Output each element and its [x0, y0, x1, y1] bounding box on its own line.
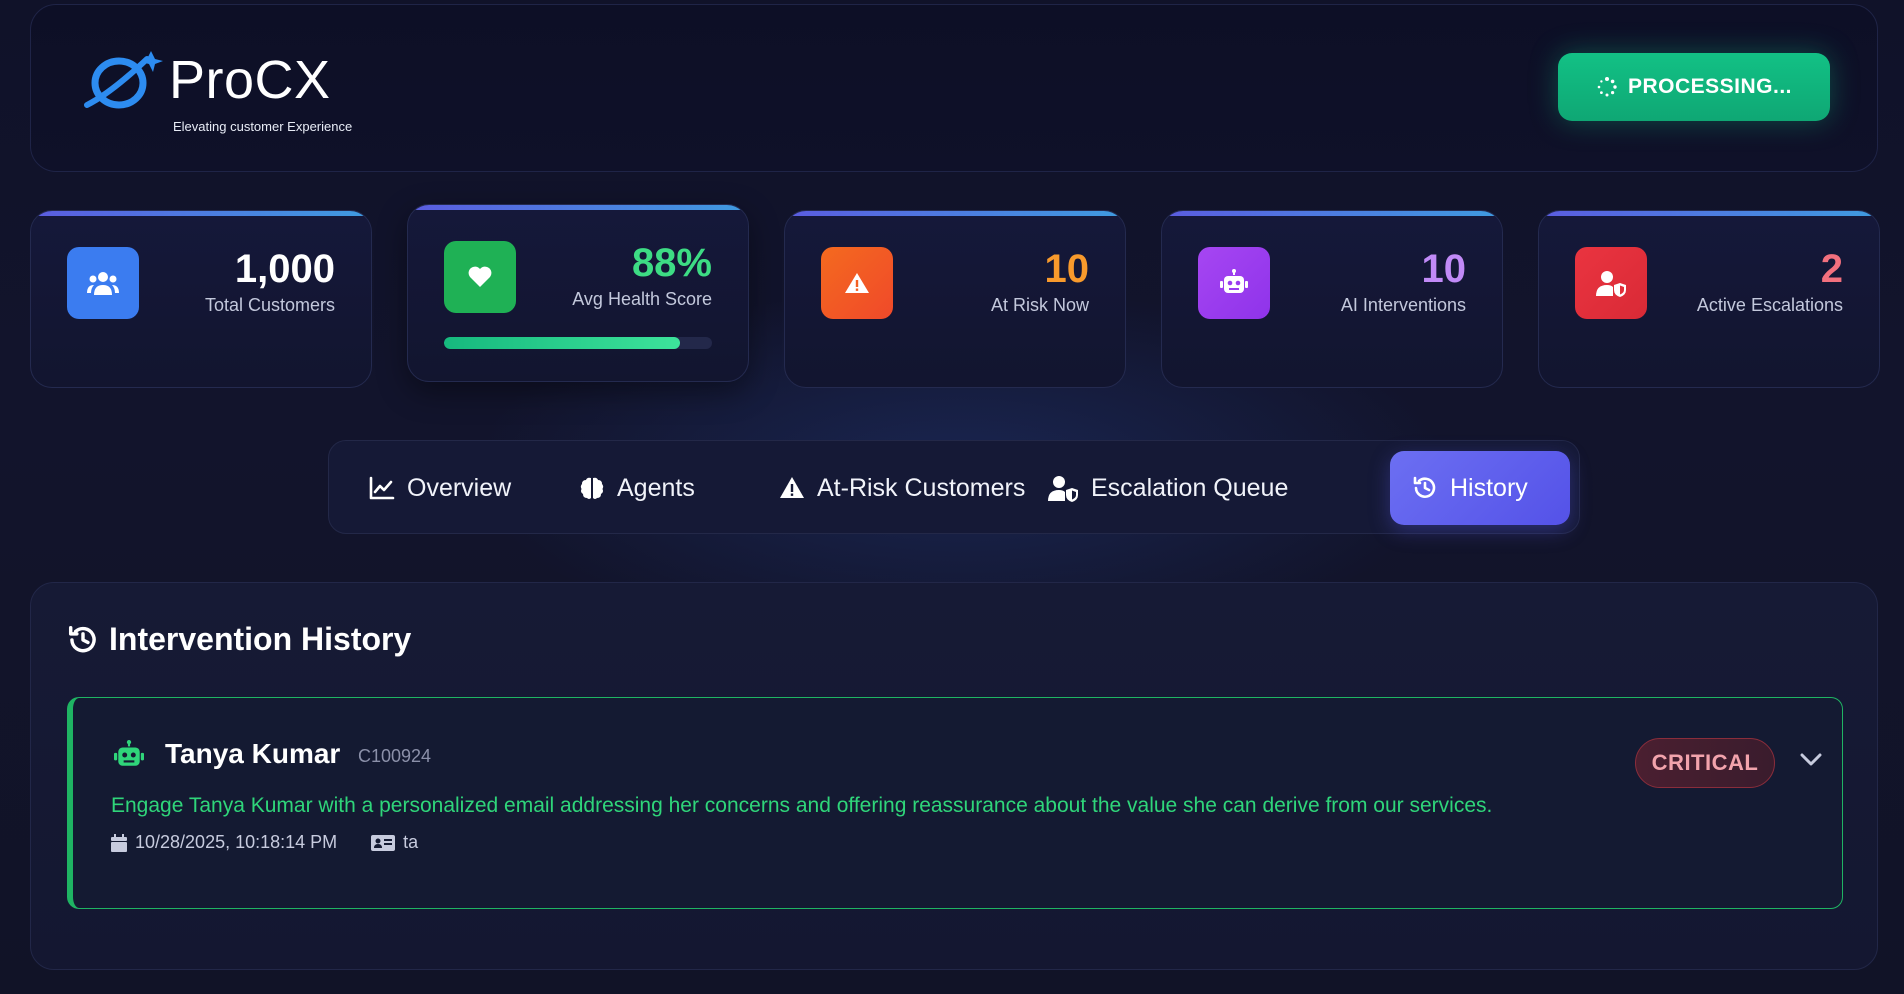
robot-icon: [114, 740, 144, 766]
stat-label: AI Interventions: [1340, 295, 1466, 315]
stat-card-total-customers: 1,000 Total Customers: [30, 210, 372, 388]
panel-title: Intervention History: [67, 621, 411, 658]
processing-button[interactable]: PROCESSING...: [1558, 53, 1830, 121]
tab-label: Agents: [617, 473, 695, 502]
tab-label: Escalation Queue: [1091, 473, 1289, 502]
stat-card-at-risk: 10 At Risk Now: [784, 210, 1126, 388]
health-progress-bar: [444, 337, 712, 349]
tab-label: At-Risk Customers: [817, 473, 1026, 502]
stat-value: 10: [1044, 247, 1090, 291]
stat-value: 10: [1421, 247, 1467, 291]
spinner-icon: [1597, 77, 1617, 97]
stat-value: 1,000: [234, 247, 335, 291]
chart-line-icon: [369, 476, 395, 500]
tab-overview[interactable]: Overview: [347, 451, 533, 525]
customer-name: Tanya Kumar: [165, 738, 341, 769]
processing-label: PROCESSING...: [1627, 75, 1793, 98]
stat-card-ai-interventions: 10 AI Interventions: [1161, 210, 1503, 388]
user-shield-icon: [1048, 476, 1078, 502]
history-item[interactable]: Tanya Kumar C100924 Engage Tanya Kumar w…: [67, 697, 1843, 909]
users-icon: [67, 247, 139, 319]
stat-card-health-score: 88% Avg Health Score: [407, 204, 749, 382]
warning-icon: [821, 247, 893, 319]
history-panel: Intervention History Tanya Kumar C100924…: [30, 582, 1878, 970]
brand-tagline: Elevating customer Experience: [173, 119, 353, 134]
panel-title-text: Intervention History: [109, 621, 412, 657]
tab-at-risk-customers[interactable]: At-Risk Customers: [757, 451, 1047, 525]
brand-name: ProCX: [169, 50, 331, 110]
tab-label: History: [1450, 473, 1528, 502]
stat-value: 2: [1820, 247, 1843, 291]
stat-label: Total Customers: [204, 295, 335, 315]
timestamp: 10/28/2025, 10:18:14 PM: [135, 832, 338, 852]
brain-icon: [580, 477, 604, 499]
logo-orbit-icon: [84, 51, 163, 109]
customer-id: C100924: [358, 746, 432, 766]
app-header: ProCX Elevating customer Experience PROC…: [30, 4, 1878, 172]
history-icon: [1413, 476, 1436, 498]
stat-label: At Risk Now: [990, 295, 1089, 315]
chevron-down-icon[interactable]: [1799, 752, 1823, 768]
robot-icon: [1198, 247, 1270, 319]
calendar-icon: [111, 833, 127, 852]
intervention-message: Engage Tanya Kumar with a personalized e…: [111, 794, 1493, 817]
agent-code: ta: [403, 832, 419, 852]
tab-label: Overview: [407, 473, 512, 502]
history-meta: 10/28/2025, 10:18:14 PM ta: [111, 832, 418, 853]
stat-label: Avg Health Score: [572, 289, 712, 309]
tab-agents[interactable]: Agents: [557, 451, 717, 525]
user-shield-icon: [1575, 247, 1647, 319]
tab-history[interactable]: History: [1390, 451, 1570, 525]
stat-card-escalations: 2 Active Escalations: [1538, 210, 1880, 388]
main-tabs: Overview Agents At-Risk Customers Escala…: [328, 440, 1580, 534]
stat-value: 88%: [631, 241, 712, 285]
stat-label: Active Escalations: [1696, 295, 1843, 315]
tab-escalation-queue[interactable]: Escalation Queue: [1025, 451, 1310, 525]
warning-icon: [780, 477, 804, 498]
heart-icon: [444, 241, 516, 313]
id-card-icon: [371, 834, 396, 851]
severity-badge: CRITICAL: [1635, 738, 1775, 788]
health-progress-fill: [444, 337, 680, 349]
history-icon: [68, 625, 96, 652]
